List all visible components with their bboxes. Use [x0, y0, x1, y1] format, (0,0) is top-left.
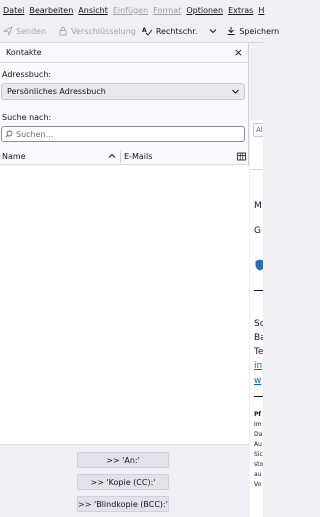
body-divider: [254, 396, 263, 397]
column-divider[interactable]: [120, 151, 121, 163]
sidebar-title: Kontakte: [6, 48, 42, 57]
body-link[interactable]: in: [254, 361, 262, 372]
download-icon: [227, 27, 235, 35]
legal-text: Pf: [254, 411, 262, 418]
search-icon: [5, 130, 13, 138]
close-icon[interactable]: ×: [234, 47, 243, 58]
menu-extras[interactable]: Extras: [228, 6, 253, 15]
from-field[interactable]: Al: [253, 123, 263, 137]
compose-area: Al M G Sc Ba Te in w Pf Im Da Au Sic sto…: [250, 43, 263, 517]
chevron-down-icon: [232, 89, 239, 94]
add-bcc-button[interactable]: >> 'Blindkopie (BCC):': [77, 496, 169, 512]
spellcheck-icon: A: [142, 27, 153, 36]
compose-header: [250, 43, 263, 120]
add-to-button[interactable]: >> 'An:': [77, 452, 169, 468]
send-icon: [3, 26, 13, 36]
menu-einfuegen[interactable]: Einfügen: [113, 6, 148, 15]
body-text: G: [254, 226, 261, 236]
add-cc-button[interactable]: >> 'Kopie (CC):': [77, 474, 169, 490]
save-label: Speichern: [239, 26, 280, 36]
legal-text: au: [254, 471, 262, 478]
sort-ascending-icon[interactable]: [108, 152, 116, 160]
body-link[interactable]: w: [254, 376, 261, 387]
menu-ansicht[interactable]: Ansicht: [78, 6, 108, 15]
addressbook-select[interactable]: Persönliches Adressbuch: [1, 83, 245, 100]
send-button[interactable]: Senden: [3, 26, 46, 36]
lock-icon: [59, 26, 67, 36]
column-picker-icon[interactable]: [237, 152, 246, 161]
column-emails[interactable]: E-Mails: [124, 152, 152, 161]
legal-text: Sic: [254, 451, 263, 458]
body-divider: [254, 290, 263, 291]
legal-text: sto: [254, 461, 263, 468]
spellcheck-dropdown[interactable]: [209, 27, 220, 35]
body-text: Sc: [254, 319, 263, 329]
addressbook-label: Adressbuch:: [2, 70, 52, 79]
save-button[interactable]: Speichern: [226, 26, 279, 36]
menu-optionen[interactable]: Optionen: [186, 6, 223, 15]
encryption-button[interactable]: Verschlüsselung: [58, 26, 136, 36]
contact-search-box[interactable]: [1, 126, 245, 142]
legal-text: Au: [254, 441, 262, 448]
spellcheck-label: Rechtschr.: [155, 26, 198, 36]
header-divider: [250, 169, 263, 170]
encryption-label: Verschlüsselung: [71, 26, 136, 36]
search-input[interactable]: [16, 129, 236, 139]
chevron-down-icon: [209, 29, 217, 34]
body-text: Ba: [254, 333, 263, 343]
send-label: Senden: [16, 26, 47, 36]
column-name[interactable]: Name: [2, 152, 26, 161]
menu-bar: Datei Bearbeiten Ansicht Einfügen Format…: [0, 0, 264, 20]
menu-format[interactable]: Format: [153, 6, 181, 15]
legal-text: Da: [254, 431, 263, 438]
contacts-column-header: Name E-Mails: [0, 149, 249, 165]
spellcheck-button[interactable]: A Rechtschr.: [142, 26, 197, 36]
menu-hilfe[interactable]: H: [258, 6, 264, 15]
legal-text: Vo: [254, 481, 262, 488]
body-text: M: [254, 201, 262, 211]
sidebar-header: Kontakte ×: [0, 43, 248, 63]
sidebar-footer: >> 'An:' >> 'Kopie (CC):' >> 'Blindkopie…: [0, 444, 249, 517]
menu-datei[interactable]: Datei: [3, 6, 24, 15]
contacts-list[interactable]: [0, 166, 249, 444]
compose-toolbar: Senden Verschlüsselung A Rechtschr. Spei…: [0, 20, 279, 43]
addressbook-value: Persönliches Adressbuch: [7, 87, 106, 96]
shield-icon: [255, 259, 263, 271]
body-text: Te: [254, 347, 263, 357]
legal-text: Im: [254, 421, 262, 428]
search-label: Suche nach:: [2, 113, 52, 122]
menu-bearbeiten[interactable]: Bearbeiten: [29, 6, 73, 15]
